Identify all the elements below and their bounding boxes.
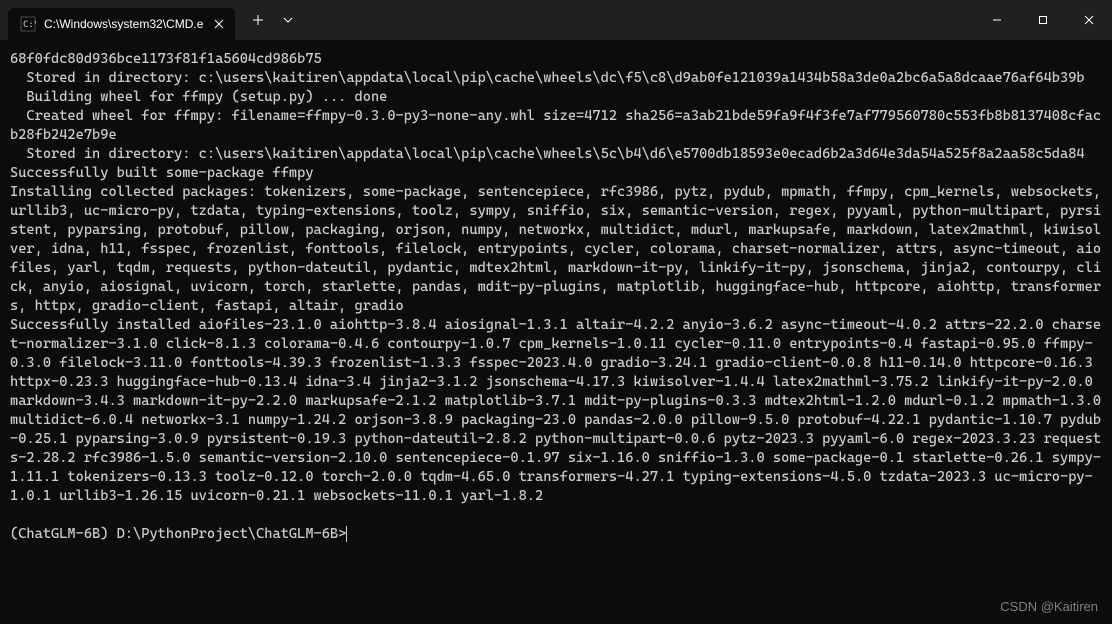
tab-active[interactable]: C:\ C:\Windows\system32\CMD.e — [8, 8, 235, 40]
cursor-icon — [346, 526, 347, 542]
cmd-icon: C:\ — [20, 16, 36, 32]
new-tab-button[interactable] — [243, 5, 273, 35]
terminal-line: Building wheel for ffmpy (setup.py) ... … — [10, 89, 387, 105]
terminal-prompt: (ChatGLM-6B) D:\PythonProject\ChatGLM-6B… — [10, 526, 346, 542]
tab-title: C:\Windows\system32\CMD.e — [44, 17, 203, 31]
terminal-line: Installing collected packages: tokenizer… — [10, 184, 1109, 314]
tab-close-button[interactable] — [211, 16, 227, 32]
terminal-line: Stored in directory: c:\users\kaitiren\a… — [10, 70, 1085, 86]
terminal-line: Created wheel for ffmpy: filename=ffmpy-… — [10, 108, 1101, 143]
terminal-line: Successfully installed aiofiles-23.1.0 a… — [10, 317, 1109, 504]
svg-text:C:\: C:\ — [23, 20, 36, 30]
terminal-line: Stored in directory: c:\users\kaitiren\a… — [10, 146, 1085, 162]
maximize-button[interactable] — [1020, 0, 1066, 40]
minimize-button[interactable] — [974, 0, 1020, 40]
window-controls — [974, 0, 1112, 40]
watermark: CSDN @Kaitiren — [1000, 599, 1098, 614]
terminal-output[interactable]: 68f0fdc80d936bce1173f81f1a5604cd986b75 S… — [0, 40, 1112, 554]
close-button[interactable] — [1066, 0, 1112, 40]
titlebar: C:\ C:\Windows\system32\CMD.e — [0, 0, 1112, 40]
terminal-line: 68f0fdc80d936bce1173f81f1a5604cd986b75 — [10, 51, 322, 67]
tab-dropdown-button[interactable] — [273, 5, 303, 35]
terminal-line: Successfully built some-package ffmpy — [10, 165, 314, 181]
